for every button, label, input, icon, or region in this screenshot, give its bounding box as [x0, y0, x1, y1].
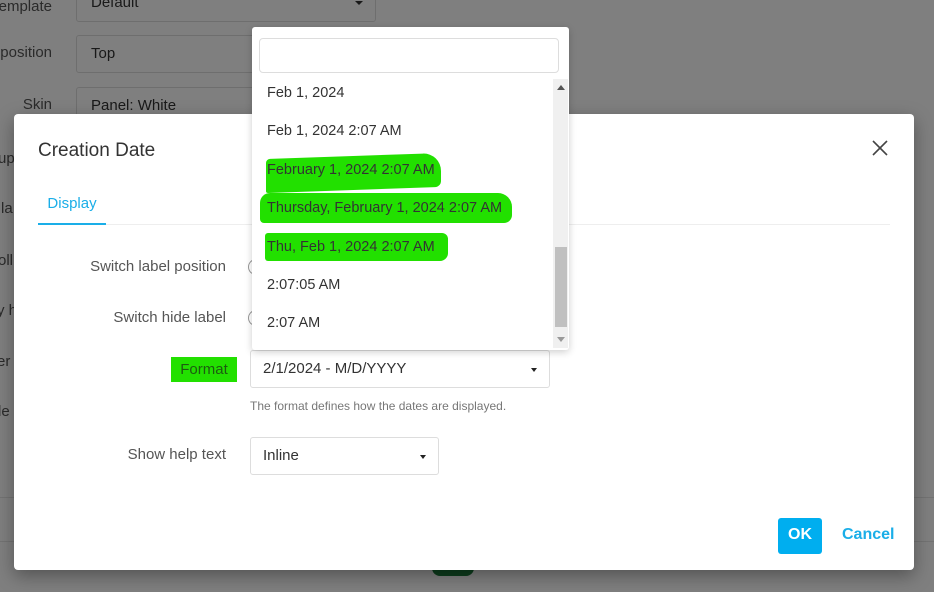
scrollbar-thumb[interactable]: [555, 247, 567, 327]
dropdown-option-highlighted[interactable]: Thursday, February 1, 2024 2:07 AM: [267, 200, 502, 216]
option-label: 2:07:05 AM: [267, 277, 341, 293]
option-label: Feb 1, 2024: [267, 85, 345, 101]
format-select-value: 2/1/2024 - M/D/YYYY: [263, 360, 407, 377]
dropdown-option-highlighted[interactable]: February 1, 2024 2:07 AM: [267, 162, 435, 178]
show-help-text-value: Inline: [263, 447, 299, 464]
show-help-text-select[interactable]: Inline: [250, 437, 439, 475]
format-select[interactable]: 2/1/2024 - M/D/YYYY: [250, 350, 550, 388]
dropdown-option[interactable]: 2:07:05 AM: [267, 277, 340, 293]
option-label: Thu, Feb 1, 2024 2:07 AM: [267, 239, 435, 255]
switch-label-position-label: Switch label position: [90, 258, 226, 275]
show-help-text-label: Show help text: [127, 446, 226, 463]
format-dropdown: Feb 1, 2024 Feb 1, 2024 2:07 AM February…: [252, 27, 569, 350]
dropdown-search-input[interactable]: [259, 38, 559, 73]
dropdown-option-highlighted[interactable]: Thu, Feb 1, 2024 2:07 AM: [267, 239, 435, 255]
format-label: Format: [171, 357, 237, 382]
option-label: Feb 1, 2024 2:07 AM: [267, 123, 402, 139]
ok-button[interactable]: OK: [778, 518, 822, 554]
scroll-up-arrow-icon[interactable]: [557, 85, 565, 90]
switch-hide-label-label: Switch hide label: [113, 309, 226, 326]
caret-down-icon: [420, 455, 426, 459]
option-label: 2:07 AM: [267, 315, 321, 331]
scroll-down-arrow-icon[interactable]: [557, 337, 565, 342]
tab-display[interactable]: Display: [38, 186, 106, 225]
cancel-button[interactable]: Cancel: [842, 526, 894, 544]
dropdown-option[interactable]: Feb 1, 2024: [267, 85, 344, 101]
option-label: February 1, 2024 2:07 AM: [267, 162, 435, 178]
dialog-title: Creation Date: [38, 140, 156, 161]
option-label: Thursday, February 1, 2024 2:07 AM: [267, 200, 503, 216]
dropdown-option[interactable]: Feb 1, 2024 2:07 AM: [267, 123, 402, 139]
close-button[interactable]: [870, 138, 890, 158]
format-help-text: The format defines how the dates are dis…: [250, 399, 507, 413]
close-icon: [872, 140, 888, 156]
dropdown-options-list: Feb 1, 2024 Feb 1, 2024 2:07 AM February…: [252, 79, 553, 347]
caret-down-icon: [531, 368, 537, 372]
dropdown-option[interactable]: 2:07 AM: [267, 315, 320, 331]
dropdown-scrollbar[interactable]: [553, 79, 568, 348]
